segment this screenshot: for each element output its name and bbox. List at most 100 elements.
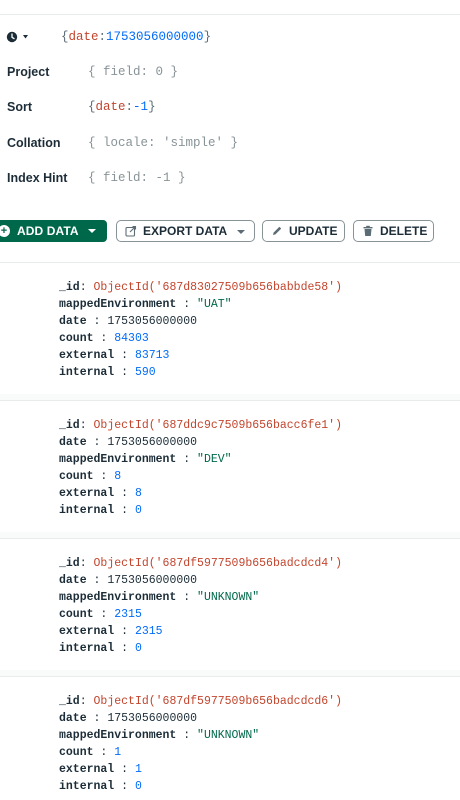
field-separator: :	[114, 366, 135, 379]
field-value: 1753056000000	[107, 436, 198, 449]
filter-brace-close: }	[203, 30, 212, 44]
field-separator: :	[176, 591, 198, 604]
index-hint-label: Index Hint	[7, 171, 68, 185]
add-data-label: ADD DATA	[17, 224, 79, 238]
field-separator: :	[114, 763, 135, 776]
field-row: _id: ObjectId('687df5977509b656badcdcd6'…	[59, 695, 342, 712]
field-separator: :	[79, 281, 94, 294]
field-separator: :	[79, 695, 94, 708]
update-label: UPDATE	[289, 224, 338, 238]
document-card[interactable]: _id: ObjectId('687df5977509b656badcdcd6'…	[0, 676, 460, 800]
field-value: 1753056000000	[107, 315, 198, 328]
field-separator: :	[114, 642, 135, 655]
field-separator: :	[176, 453, 198, 466]
field-value: ObjectId('687ddc9c7509b656bacc6fe1')	[93, 419, 342, 432]
field-name: external	[59, 763, 115, 776]
field-name: external	[59, 487, 115, 500]
field-row: date : 1753056000000	[59, 712, 197, 729]
field-value: 2315	[114, 608, 142, 621]
filter-number: 1753056000000	[106, 30, 204, 44]
field-row: _id: ObjectId('687ddc9c7509b656bacc6fe1'…	[59, 419, 342, 436]
document-card[interactable]: _id: ObjectId('687ddc9c7509b656bacc6fe1'…	[0, 400, 460, 533]
collation-input[interactable]: { locale: 'simple' }	[88, 136, 238, 150]
field-separator: :	[114, 349, 135, 362]
chevron-down-icon	[237, 230, 245, 234]
field-separator: :	[86, 712, 108, 725]
field-name: mappedEnvironment	[59, 729, 177, 742]
field-name: _id	[59, 419, 80, 432]
document-card[interactable]: _id: ObjectId('687df5977509b656badcdcd4'…	[0, 538, 460, 671]
field-name: date	[59, 315, 87, 328]
field-value: ObjectId('687d83027509b656babbde58')	[93, 281, 342, 294]
filter-input[interactable]: {date:1753056000000}	[61, 30, 211, 44]
field-value: 83713	[134, 349, 170, 362]
field-value: 2315	[134, 625, 163, 638]
field-value: "UAT"	[197, 298, 232, 311]
chevron-down-icon	[88, 229, 96, 233]
sort-brace-open: {	[88, 100, 96, 114]
index-hint-input[interactable]: { field: -1 }	[88, 171, 186, 185]
add-data-button[interactable]: + ADD DATA	[0, 220, 107, 242]
field-name: count	[59, 470, 94, 483]
filter-brace-open: {	[61, 30, 69, 44]
field-separator: :	[93, 746, 115, 759]
field-value: 1753056000000	[107, 712, 198, 725]
field-row: internal : 0	[59, 504, 142, 521]
field-row: _id: ObjectId('687d83027509b656babbde58'…	[59, 281, 342, 298]
field-row: date : 1753056000000	[59, 574, 197, 591]
field-value: 8	[114, 470, 122, 483]
collation-label: Collation	[7, 136, 61, 150]
field-name: internal	[59, 780, 115, 793]
field-row: _id: ObjectId('687df5977509b656badcdcd4'…	[59, 557, 342, 574]
project-row: Project { field: 0 }	[0, 61, 460, 85]
filter-key: date	[68, 30, 99, 44]
field-separator: :	[176, 298, 198, 311]
export-data-label: EXPORT DATA	[143, 224, 228, 238]
documents-view: {date:1753056000000} Project { field: 0 …	[0, 0, 460, 800]
field-name: external	[59, 625, 115, 638]
toolbar: + ADD DATA EXPORT DATA UPDATE DELETE	[0, 219, 460, 245]
field-name: date	[59, 436, 87, 449]
pencil-icon	[273, 226, 282, 235]
field-separator: :	[86, 436, 108, 449]
sort-input[interactable]: {date:-1}	[88, 100, 156, 114]
field-row: external : 1	[59, 763, 142, 780]
field-value: 1753056000000	[107, 574, 198, 587]
field-row: date : 1753056000000	[59, 436, 197, 453]
field-name: count	[59, 608, 94, 621]
field-row: external : 2315	[59, 625, 163, 642]
sort-number: -1	[133, 100, 149, 114]
query-history-button[interactable]	[6, 30, 36, 44]
divider	[0, 14, 460, 15]
field-row: internal : 590	[59, 366, 156, 383]
sort-brace-close: }	[148, 100, 156, 114]
field-name: date	[59, 574, 87, 587]
delete-button[interactable]: DELETE	[353, 220, 434, 242]
field-row: mappedEnvironment : "DEV"	[59, 453, 232, 470]
export-data-button[interactable]: EXPORT DATA	[116, 220, 255, 242]
field-separator: :	[176, 729, 198, 742]
project-input[interactable]: { field: 0 }	[88, 65, 178, 79]
field-row: count : 1	[59, 746, 121, 763]
field-value: 0	[134, 642, 142, 655]
update-button[interactable]: UPDATE	[262, 220, 345, 242]
field-name: count	[59, 746, 94, 759]
field-row: mappedEnvironment : "UNKNOWN"	[59, 729, 259, 746]
document-card[interactable]: _id: ObjectId('687d83027509b656babbde58'…	[0, 262, 460, 395]
trash-icon	[363, 225, 373, 236]
field-separator: :	[93, 332, 115, 345]
field-separator: :	[93, 608, 115, 621]
field-row: internal : 0	[59, 642, 142, 659]
field-row: count : 8	[59, 470, 121, 487]
field-name: internal	[59, 642, 115, 655]
field-row: mappedEnvironment : "UAT"	[59, 298, 232, 315]
sort-row: Sort {date:-1}	[0, 96, 460, 120]
field-name: mappedEnvironment	[59, 298, 177, 311]
field-separator: :	[114, 780, 135, 793]
field-value: 8	[134, 487, 142, 500]
field-separator: :	[114, 625, 135, 638]
field-row: date : 1753056000000	[59, 315, 197, 332]
sort-key: date	[95, 100, 126, 114]
field-separator: :	[86, 315, 108, 328]
field-name: internal	[59, 504, 115, 517]
